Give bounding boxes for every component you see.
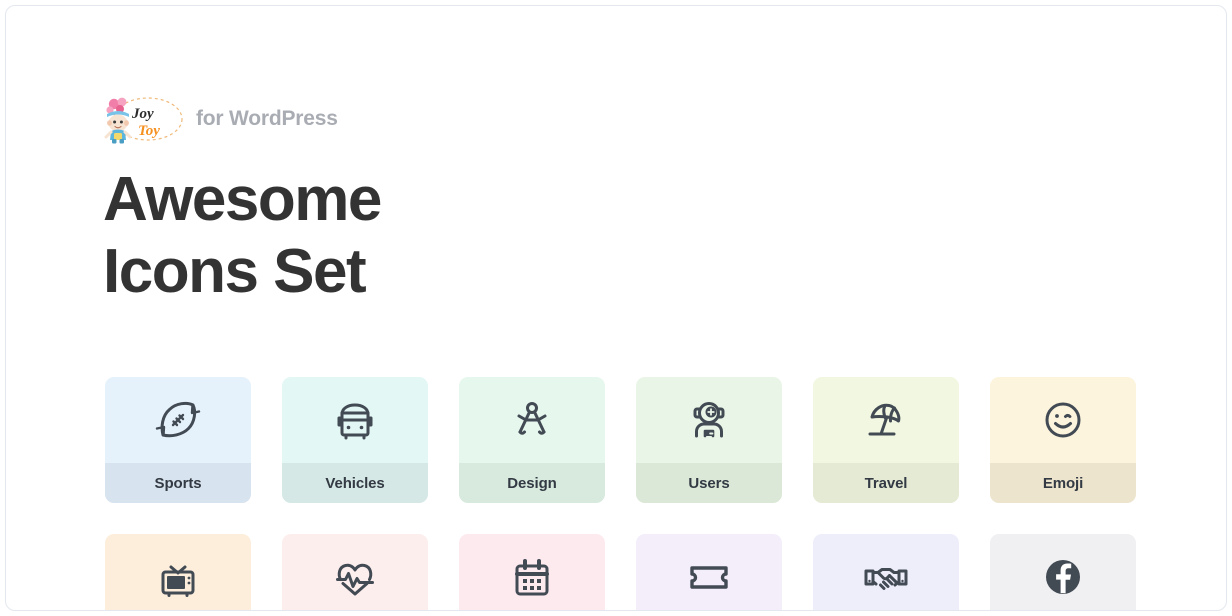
page-frame: Joy Toy for WordPress Awesome Icons Set … xyxy=(5,5,1227,611)
icon-category-card[interactable]: Users xyxy=(636,377,782,503)
winking-face-icon xyxy=(990,377,1136,463)
ticket-icon xyxy=(636,534,782,610)
brand-tagline: for WordPress xyxy=(196,107,338,130)
astronaut-icon xyxy=(636,377,782,463)
calendar-icon xyxy=(459,534,605,610)
television-icon xyxy=(105,534,251,610)
handshake-icon xyxy=(813,534,959,610)
icon-category-label: Emoji xyxy=(990,463,1136,503)
joytoy-logo: Joy Toy xyxy=(100,94,184,144)
logo-word-bottom: Toy xyxy=(138,123,160,139)
brand-row: Joy Toy for WordPress xyxy=(100,94,338,144)
icon-category-card[interactable] xyxy=(990,534,1136,610)
page-title: Awesome Icons Set xyxy=(103,165,382,306)
icon-category-card[interactable] xyxy=(105,534,251,610)
icon-category-label: Sports xyxy=(105,463,251,503)
icon-category-card[interactable] xyxy=(282,534,428,610)
icon-category-label: Users xyxy=(636,463,782,503)
facebook-icon xyxy=(990,534,1136,610)
icon-category-label: Travel xyxy=(813,463,959,503)
icon-category-label: Design xyxy=(459,463,605,503)
icon-category-card[interactable] xyxy=(813,534,959,610)
compass-icon xyxy=(459,377,605,463)
icon-category-card[interactable] xyxy=(459,534,605,610)
icon-category-card[interactable]: Sports xyxy=(105,377,251,503)
icon-category-grid: Sports Vehicles Design Users Travel Emoj… xyxy=(105,377,1137,610)
beach-umbrella-icon xyxy=(813,377,959,463)
icon-category-card[interactable]: Vehicles xyxy=(282,377,428,503)
football-icon xyxy=(105,377,251,463)
logo-word-top: Joy xyxy=(131,106,154,122)
icon-category-card[interactable]: Travel xyxy=(813,377,959,503)
icon-category-label: Vehicles xyxy=(282,463,428,503)
bus-icon xyxy=(282,377,428,463)
icon-category-card[interactable]: Emoji xyxy=(990,377,1136,503)
icon-category-card[interactable]: Design xyxy=(459,377,605,503)
icon-category-card[interactable] xyxy=(636,534,782,610)
heartbeat-icon xyxy=(282,534,428,610)
